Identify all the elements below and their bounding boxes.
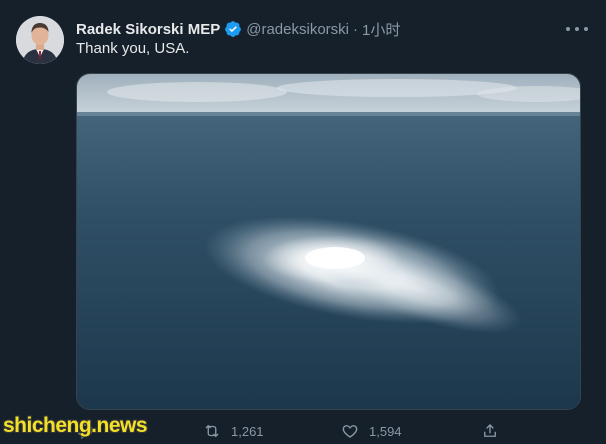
tweet-card: Radek Sikorski MEP @radeksikorski · 1小时 … [0, 0, 606, 444]
share-icon [484, 424, 496, 437]
share-button[interactable] [481, 422, 499, 440]
retweet-button[interactable]: 1,261 [203, 422, 264, 440]
tweet-media-image[interactable] [76, 73, 581, 410]
author-name[interactable]: Radek Sikorski MEP [76, 21, 220, 38]
retweet-count: 1,261 [231, 423, 264, 439]
like-count: 1,594 [369, 423, 402, 439]
retweet-icon [205, 424, 219, 438]
separator-dot: · [353, 20, 358, 38]
tweet-header: Radek Sikorski MEP @radeksikorski · 1小时 [76, 18, 590, 40]
more-options-icon[interactable] [566, 22, 588, 36]
avatar-portrait [16, 16, 64, 64]
ocean-gas-leak-photo [77, 74, 580, 409]
avatar[interactable] [16, 16, 64, 64]
tweet-timestamp[interactable]: 1小时 [362, 19, 400, 40]
watermark: shicheng.news [3, 414, 148, 437]
like-icon [342, 425, 358, 438]
verified-badge-icon [224, 20, 242, 38]
author-handle[interactable]: @radeksikorski [246, 21, 349, 38]
like-button[interactable]: 1,594 [341, 422, 402, 440]
tweet-actions: 1,261 1,594 [76, 418, 581, 444]
tweet-text: Thank you, USA. [76, 40, 190, 57]
